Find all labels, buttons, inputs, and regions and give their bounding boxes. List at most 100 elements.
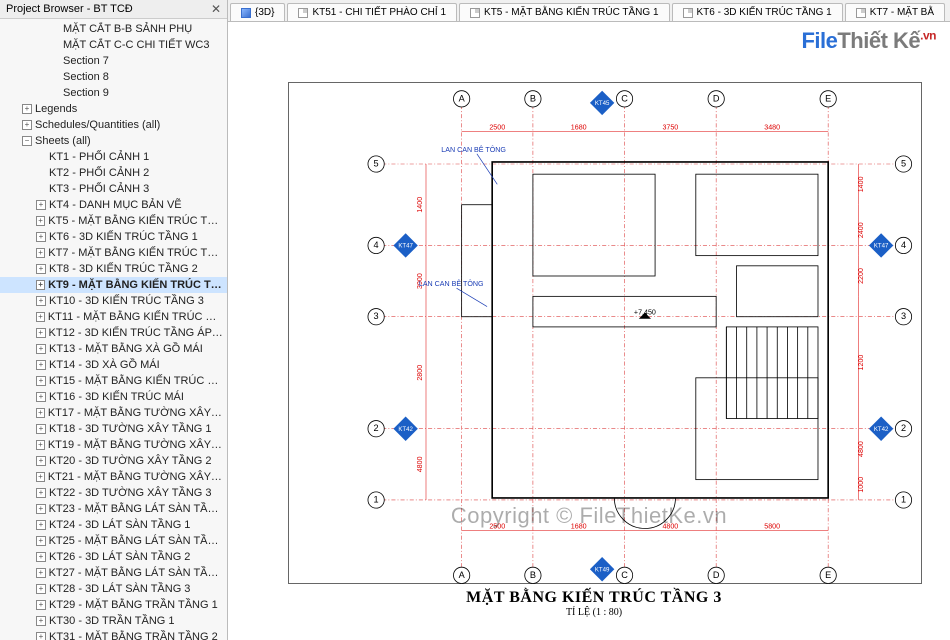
sheet-area: AABBCCDDEE554433221125001680375034802500… [258,52,930,630]
expand-icon[interactable]: + [36,424,46,434]
svg-text:3750: 3750 [662,123,678,131]
tree-item[interactable]: +Schedules/Quantities (all) [0,117,227,133]
expand-icon[interactable]: + [36,392,46,402]
svg-text:KT47: KT47 [874,242,889,249]
tree-item-label: Sheets (all) [35,133,91,149]
tree-item[interactable]: +KT17 - MẶT BẰNG TƯỜNG XÂY TẦNG 1 [0,405,227,421]
view-tab[interactable]: KT5 - MẶT BẰNG KIẾN TRÚC TẦNG 1 [459,3,669,21]
svg-text:A: A [459,570,466,580]
expand-icon[interactable]: + [36,600,46,610]
tree-item[interactable]: +KT23 - MẶT BẰNG LÁT SÀN TẦNG 1 [0,501,227,517]
tree-item[interactable]: MẶT CẮT B-B SẢNH PHỤ [0,21,227,37]
spacer [36,168,46,178]
expand-icon[interactable]: + [36,360,46,370]
expand-icon[interactable]: + [36,264,46,274]
svg-text:2800: 2800 [416,365,424,381]
tree-item[interactable]: KT2 - PHỐI CẢNH 2 [0,165,227,181]
tree-item[interactable]: Section 9 [0,85,227,101]
tree-item[interactable]: +KT21 - MẶT BẰNG TƯỜNG XÂY TẦNG 3 [0,469,227,485]
tree-item-label: KT13 - MẶT BẰNG XÀ GỒ MÁI [49,341,203,357]
tree-item[interactable]: +KT7 - MẶT BẰNG KIẾN TRÚC TẦNG 2 [0,245,227,261]
tab-label: KT7 - MẶT BẰ [870,7,934,18]
expand-icon[interactable]: + [36,376,46,386]
expand-icon[interactable]: + [36,472,45,482]
tree-item[interactable]: Section 7 [0,53,227,69]
tree-item[interactable]: +KT18 - 3D TƯỜNG XÂY TẦNG 1 [0,421,227,437]
tree-item[interactable]: KT3 - PHỐI CẢNH 3 [0,181,227,197]
close-icon[interactable]: ✕ [211,2,221,16]
tree-item[interactable]: +KT29 - MẶT BẰNG TRẦN TẦNG 1 [0,597,227,613]
tree-item[interactable]: +KT27 - MẶT BẰNG LÁT SÀN TẦNG 3 [0,565,227,581]
expand-icon[interactable]: + [36,280,45,290]
panel-header: Project Browser - BT TCĐ ✕ [0,0,227,19]
tree-item[interactable]: +KT28 - 3D LÁT SÀN TẦNG 3 [0,581,227,597]
drawing-canvas[interactable]: FileThiết Kế.vn AABBCCDDEE55443322112500… [228,22,950,640]
tree-item[interactable]: +KT5 - MẶT BẰNG KIẾN TRÚC TẦNG 1 [0,213,227,229]
expand-icon[interactable]: + [36,456,46,466]
expand-icon[interactable]: + [36,248,45,258]
svg-text:4800: 4800 [857,441,865,457]
expand-icon[interactable]: + [36,568,46,578]
svg-text:1400: 1400 [857,176,865,192]
tree-item[interactable]: +KT12 - 3D KIẾN TRÚC TẦNG ÁP MÁI [0,325,227,341]
tree-item[interactable]: +Legends [0,101,227,117]
expand-icon[interactable]: + [36,584,46,594]
collapse-icon[interactable]: − [22,136,32,146]
tree-item[interactable]: Section 8 [0,69,227,85]
tree-item[interactable]: +KT4 - DANH MỤC BẢN VẼ [0,197,227,213]
tree-item[interactable]: +KT8 - 3D KIẾN TRÚC TẦNG 2 [0,261,227,277]
expand-icon[interactable]: + [36,632,46,640]
project-tree[interactable]: MẶT CẮT B-B SẢNH PHỤ MẶT CẮT C-C CHI TIẾ… [0,19,227,640]
tree-item[interactable]: KT1 - PHỐI CẢNH 1 [0,149,227,165]
view-tab[interactable]: {3D} [230,3,285,21]
svg-text:4: 4 [374,240,379,250]
view-tab[interactable]: KT51 - CHI TIẾT PHÀO CHỈ 1 [287,3,457,21]
expand-icon[interactable]: + [36,328,46,338]
tree-item[interactable]: +KT24 - 3D LÁT SÀN TẦNG 1 [0,517,227,533]
tree-item[interactable]: +KT26 - 3D LÁT SÀN TẦNG 2 [0,549,227,565]
expand-icon[interactable]: + [36,616,46,626]
expand-icon[interactable]: + [36,312,45,322]
view-tab[interactable]: KT6 - 3D KIẾN TRÚC TẦNG 1 [672,3,843,21]
tree-item[interactable]: +KT9 - MẶT BẰNG KIẾN TRÚC TẦNG 3 [0,277,227,293]
expand-icon[interactable]: + [36,488,46,498]
expand-icon[interactable]: + [36,232,46,242]
tree-item[interactable]: +KT16 - 3D KIẾN TRÚC MÁI [0,389,227,405]
expand-icon[interactable]: + [22,120,32,130]
expand-icon[interactable]: + [36,552,46,562]
expand-icon[interactable]: + [36,504,46,514]
svg-text:1: 1 [901,494,906,504]
tree-item-label: KT28 - 3D LÁT SÀN TẦNG 3 [49,581,190,597]
expand-icon[interactable]: + [22,104,32,114]
expand-icon[interactable]: + [36,344,46,354]
tree-item[interactable]: +KT6 - 3D KIẾN TRÚC TẦNG 1 [0,229,227,245]
tree-item[interactable]: +KT13 - MẶT BẰNG XÀ GỒ MÁI [0,341,227,357]
tree-item[interactable]: +KT19 - MẶT BẰNG TƯỜNG XÂY TẦNG 2 [0,437,227,453]
tree-item-label: KT11 - MẶT BẰNG KIẾN TRÚC TẦNG ÁP [48,309,223,325]
expand-icon[interactable]: + [36,536,46,546]
tree-item[interactable]: +KT31 - MẶT BẰNG TRẦN TẦNG 2 [0,629,227,640]
expand-icon[interactable]: + [36,296,46,306]
tree-item[interactable]: −Sheets (all) [0,133,227,149]
expand-icon[interactable]: + [36,520,46,530]
tree-item[interactable]: +KT11 - MẶT BẰNG KIẾN TRÚC TẦNG ÁP [0,309,227,325]
svg-text:1000: 1000 [857,477,865,493]
expand-icon[interactable]: + [36,200,46,210]
tree-item-label: KT2 - PHỐI CẢNH 2 [49,165,149,181]
view-tab[interactable]: KT7 - MẶT BẰ [845,3,945,21]
tree-item-label: KT31 - MẶT BẰNG TRẦN TẦNG 2 [49,629,218,640]
tree-item[interactable]: +KT30 - 3D TRẦN TẦNG 1 [0,613,227,629]
tree-item[interactable]: +KT22 - 3D TƯỜNG XÂY TẦNG 3 [0,485,227,501]
svg-text:E: E [825,570,831,580]
spacer [50,72,60,82]
tree-item[interactable]: MẶT CẮT C-C CHI TIẾT WC3 [0,37,227,53]
tree-item[interactable]: +KT20 - 3D TƯỜNG XÂY TẦNG 2 [0,453,227,469]
svg-text:4: 4 [901,240,906,250]
expand-icon[interactable]: + [36,440,45,450]
tree-item[interactable]: +KT14 - 3D XÀ GỒ MÁI [0,357,227,373]
expand-icon[interactable]: + [36,216,45,226]
tree-item[interactable]: +KT15 - MẶT BẰNG KIẾN TRÚC MÁI [0,373,227,389]
expand-icon[interactable]: + [36,408,45,418]
tree-item[interactable]: +KT25 - MẶT BẰNG LÁT SÀN TẦNG 2 [0,533,227,549]
tree-item[interactable]: +KT10 - 3D KIẾN TRÚC TẦNG 3 [0,293,227,309]
